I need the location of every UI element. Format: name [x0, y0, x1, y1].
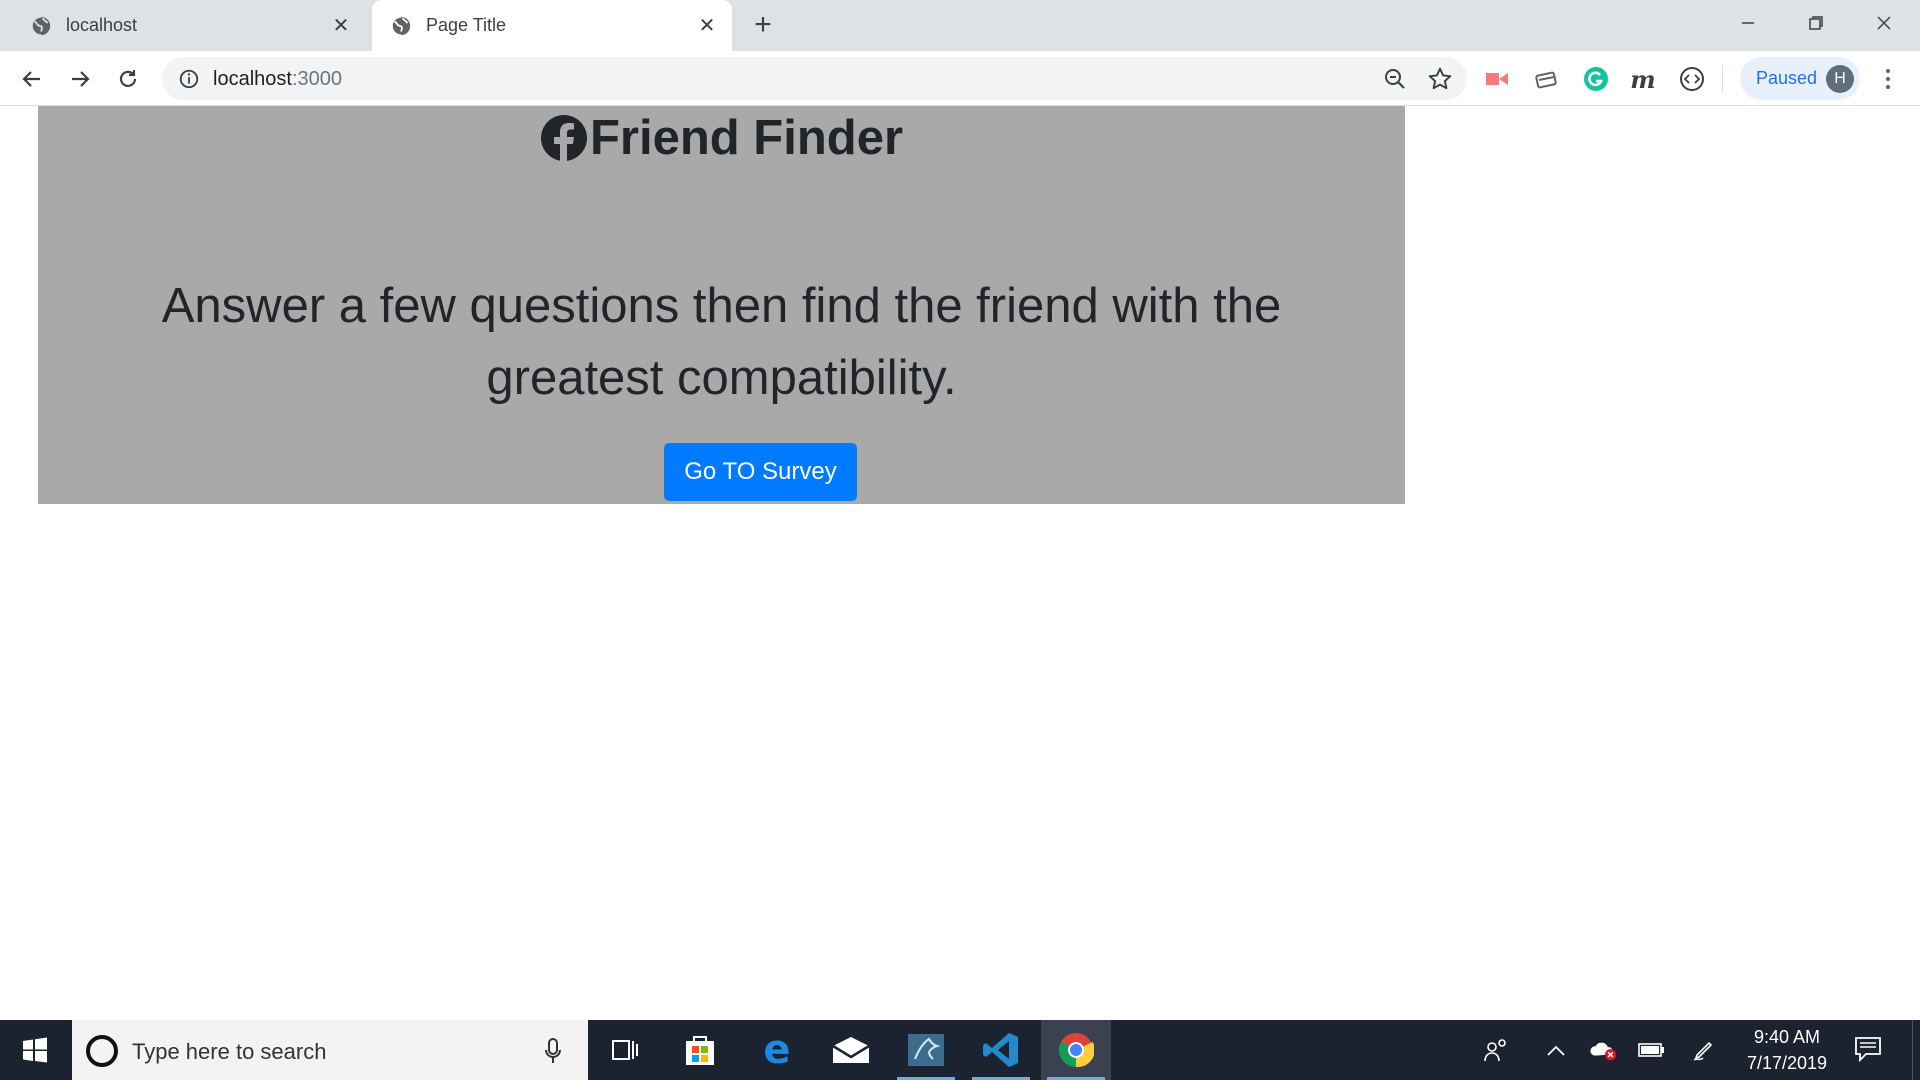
cortana-icon — [86, 1035, 118, 1067]
extension-card-icon[interactable] — [1533, 65, 1561, 93]
search-placeholder: Type here to search — [132, 1039, 327, 1064]
extension-cast-icon[interactable] — [1484, 65, 1512, 93]
onedrive-error-icon[interactable] — [1590, 1036, 1618, 1064]
tab-label: localhost — [66, 15, 138, 35]
clock-date: 7/17/2019 — [1746, 1053, 1828, 1073]
windows-start-icon[interactable] — [0, 1020, 70, 1080]
mysql-workbench-icon[interactable] — [891, 1020, 961, 1080]
browser-toolbar: localhost:3000 m Paused H — [0, 51, 1920, 106]
tab-label: Page Title — [426, 15, 507, 35]
windows-taskbar: Type here to search e 9:40 AM 7/17/2019 — [0, 1020, 1920, 1080]
taskbar-search[interactable]: Type here to search — [72, 1020, 588, 1080]
extension-m-icon[interactable]: m — [1629, 65, 1657, 94]
minimize-icon[interactable] — [1728, 8, 1768, 38]
tab-localhost[interactable]: localhost ✕ — [0, 0, 366, 51]
task-view-icon[interactable] — [590, 1020, 660, 1080]
profile-status: Paused — [1756, 68, 1818, 88]
vscode-icon[interactable] — [966, 1020, 1036, 1080]
zoom-out-icon[interactable] — [1383, 67, 1407, 91]
profile-button[interactable]: Paused H — [1740, 57, 1860, 100]
tab-page-title[interactable]: Page Title ✕ — [372, 0, 732, 51]
address-bar[interactable]: localhost:3000 — [162, 57, 1467, 100]
pen-workspace-icon[interactable] — [1690, 1036, 1718, 1064]
chrome-menu-icon[interactable] — [1874, 63, 1902, 95]
bookmark-star-icon[interactable] — [1427, 66, 1453, 92]
jumbotron: Friend Finder Answer a few questions the… — [38, 106, 1405, 504]
mail-icon[interactable] — [816, 1020, 886, 1080]
info-icon[interactable] — [178, 68, 200, 90]
clock[interactable]: 9:40 AM 7/17/2019 — [1730, 1024, 1844, 1076]
facebook-icon — [540, 115, 587, 162]
close-tab-icon[interactable]: ✕ — [696, 14, 718, 37]
forward-icon[interactable] — [64, 63, 96, 95]
reload-icon[interactable] — [112, 63, 144, 95]
lead-text: Answer a few questions then find the fri… — [161, 279, 1282, 405]
people-icon[interactable] — [1482, 1036, 1510, 1064]
url-text: localhost:3000 — [213, 68, 342, 90]
show-hidden-icons-icon[interactable] — [1542, 1036, 1570, 1064]
tab-strip: localhost ✕ Page Title ✕ + — [0, 0, 1920, 51]
grammarly-icon[interactable] — [1582, 65, 1610, 93]
page-title: Friend Finder — [38, 110, 1405, 166]
edge-icon[interactable]: e — [742, 1020, 812, 1080]
microphone-icon[interactable] — [544, 1038, 562, 1064]
notification-center-icon[interactable] — [1854, 1036, 1884, 1064]
new-tab-button[interactable]: + — [748, 10, 778, 41]
go-to-survey-button[interactable]: Go TO Survey — [664, 443, 857, 501]
globe-icon — [30, 15, 51, 36]
battery-icon[interactable] — [1638, 1036, 1666, 1064]
close-tab-icon[interactable]: ✕ — [330, 14, 352, 37]
toolbar-divider — [1722, 65, 1723, 93]
back-icon[interactable] — [16, 63, 48, 95]
extension-code-icon[interactable] — [1678, 65, 1706, 93]
globe-icon — [390, 15, 411, 36]
clock-time: 9:40 AM — [1753, 1027, 1821, 1047]
show-desktop-button[interactable] — [1912, 1020, 1920, 1080]
chrome-icon[interactable] — [1041, 1020, 1111, 1080]
store-icon[interactable] — [665, 1020, 735, 1080]
close-window-icon[interactable] — [1864, 8, 1904, 38]
restore-icon[interactable] — [1796, 8, 1836, 38]
avatar: H — [1826, 65, 1854, 93]
